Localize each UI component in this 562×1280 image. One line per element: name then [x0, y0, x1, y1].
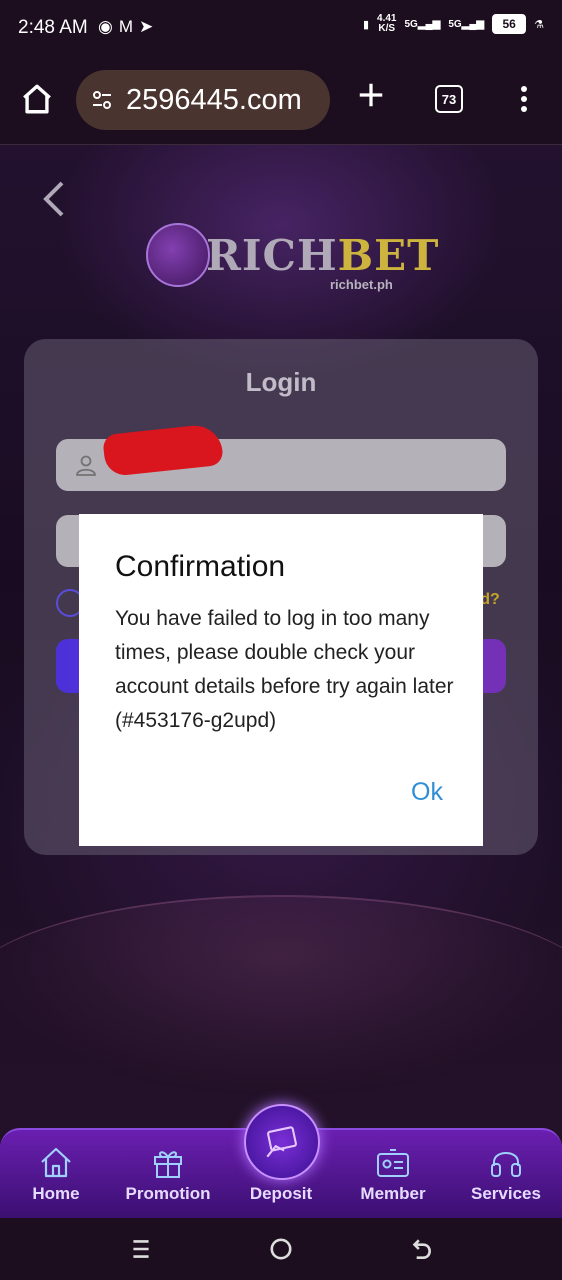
gmail-icon: M	[118, 17, 140, 36]
system-nav-bar	[0, 1218, 562, 1280]
nav-deposit[interactable]: Deposit	[225, 1142, 337, 1204]
browser-toolbar: 2596445.com 73	[0, 58, 562, 145]
signal-1: 5G▂▄▆	[404, 18, 441, 30]
flask-icon: ⚗	[534, 18, 544, 31]
new-tab-icon[interactable]	[356, 80, 386, 110]
tab-switcher-button[interactable]: 73	[435, 85, 463, 113]
nav-label-member: Member	[360, 1184, 426, 1203]
battery-icon: 56	[492, 14, 527, 34]
clock: 2:48 AM	[18, 17, 88, 38]
site-settings-icon[interactable]	[90, 88, 114, 112]
more-vert-icon[interactable]	[514, 84, 534, 114]
headset-icon	[491, 1152, 521, 1177]
member-card-icon	[377, 1149, 409, 1177]
home-icon	[41, 1147, 71, 1178]
ok-button[interactable]: Ok	[411, 778, 443, 807]
network-speed: 4.41 K/S	[377, 13, 397, 34]
status-bar: 2:48 AM ◉M➤ ▮ 4.41 K/S 5G▂▄▆ 5G▂▄▆ 56 ⚗	[0, 0, 562, 58]
vibrate-icon: ▮	[362, 18, 370, 31]
nav-promotion[interactable]: Promotion	[112, 1142, 224, 1204]
url-text[interactable]: 2596445.com	[126, 84, 302, 117]
nav-label-home: Home	[32, 1184, 80, 1203]
notification-icons: ◉M➤	[98, 17, 159, 37]
telegram-icon: ➤	[139, 17, 160, 36]
dialog-message: You have failed to log in too many times…	[115, 607, 454, 732]
nav-label-services: Services	[471, 1184, 541, 1203]
home-circle-icon[interactable]	[268, 1236, 294, 1262]
address-bar[interactable]: 2596445.com	[76, 70, 330, 130]
home-icon[interactable]	[20, 82, 54, 116]
nav-home[interactable]: Home	[0, 1142, 112, 1204]
recents-icon[interactable]	[128, 1236, 154, 1262]
gift-icon	[154, 1151, 182, 1178]
nav-label-promotion: Promotion	[125, 1184, 211, 1203]
sync-icon: ◉	[98, 17, 119, 36]
back-icon[interactable]	[408, 1236, 434, 1262]
dialog-title: Confirmation	[115, 550, 286, 583]
nav-label-deposit: Deposit	[249, 1184, 313, 1203]
signal-2: 5G▂▄▆	[448, 18, 485, 30]
bottom-app-nav: Home Promotion Deposit Member Services	[0, 1104, 562, 1220]
nav-services[interactable]: Services	[450, 1142, 562, 1204]
confirmation-dialog: Confirmation You have failed to log in t…	[79, 514, 483, 846]
nav-member[interactable]: Member	[337, 1142, 449, 1204]
